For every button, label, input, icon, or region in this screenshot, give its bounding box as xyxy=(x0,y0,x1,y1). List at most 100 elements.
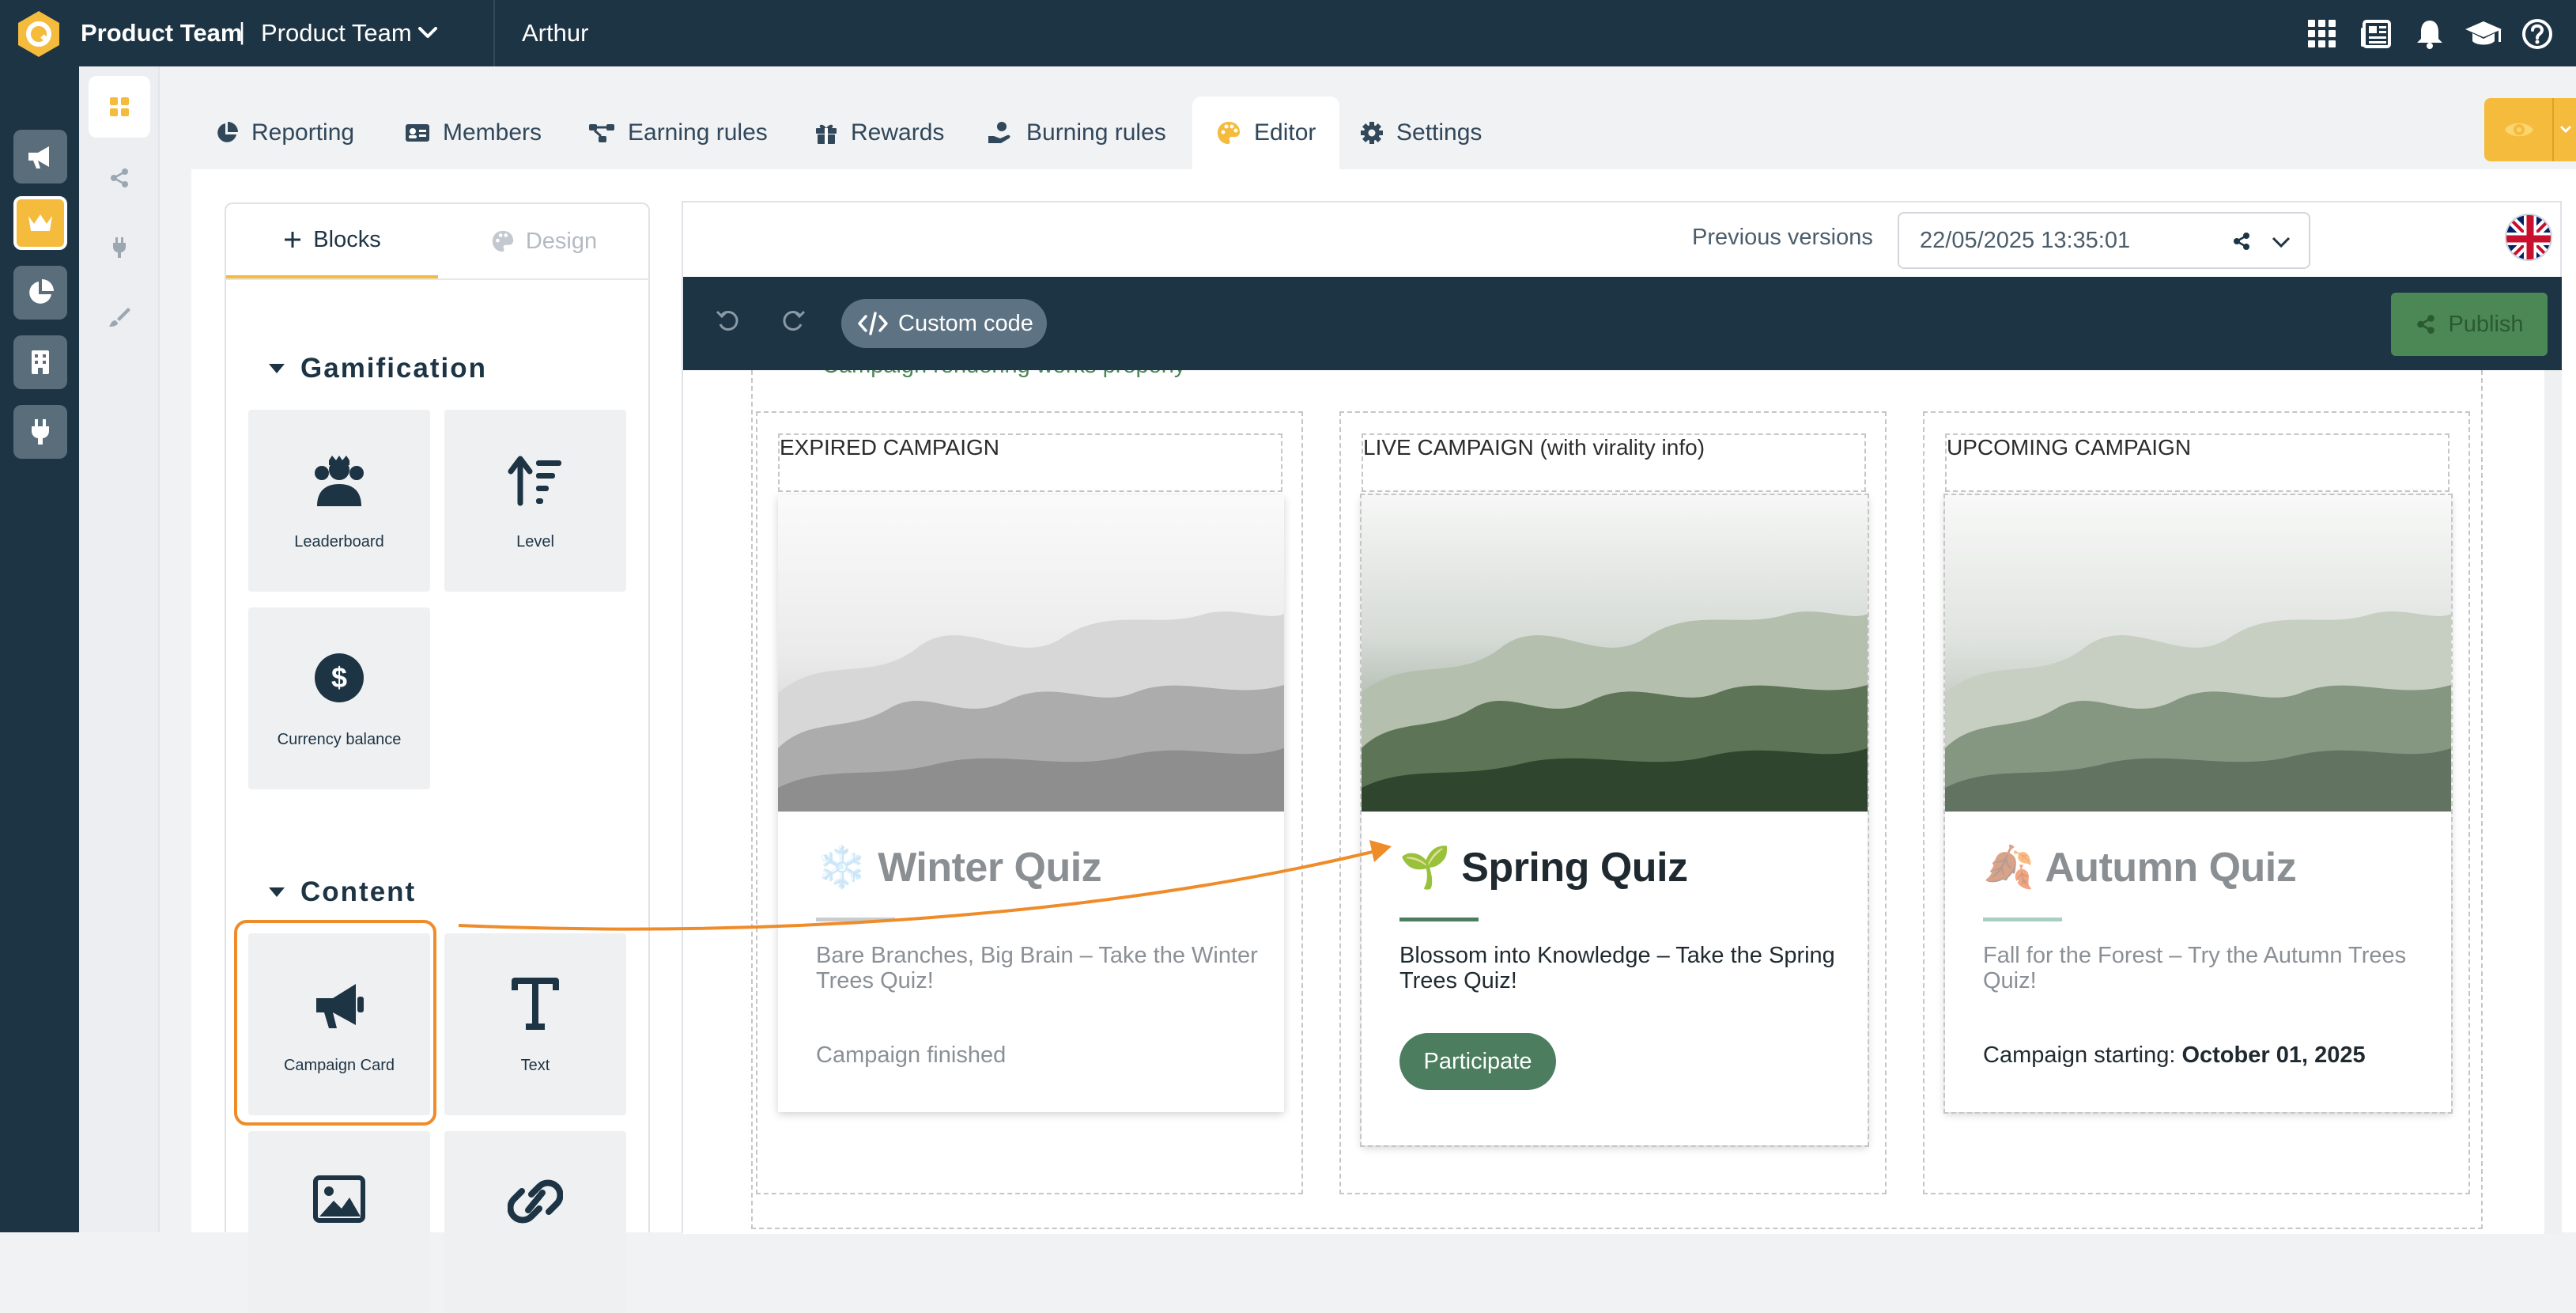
editor-canvas[interactable]: Campaign rendering works properly EXPIRE… xyxy=(683,370,2562,1234)
id-card-icon xyxy=(406,124,429,142)
column-heading-block[interactable]: LIVE CAMPAIGN (with virality info) xyxy=(1362,433,1866,492)
sub-rail-dashboard[interactable] xyxy=(89,76,150,138)
code-icon xyxy=(858,312,888,335)
block-currency-balance[interactable]: $ Currency balance xyxy=(248,607,430,789)
publish-button[interactable]: Publish xyxy=(2391,293,2548,356)
news-icon[interactable] xyxy=(2359,17,2393,51)
campaign-title: 🌱 Spring Quiz xyxy=(1399,843,1688,891)
sub-rail-brush[interactable] xyxy=(89,286,150,348)
language-flag-uk[interactable] xyxy=(2505,214,2552,261)
status-prefix: Campaign starting: xyxy=(1983,1042,2182,1068)
tab-settings[interactable]: Settings xyxy=(1360,96,1482,169)
tab-reporting[interactable]: Reporting xyxy=(215,96,354,169)
tab-label: Settings xyxy=(1396,119,1483,146)
rail-analytics[interactable] xyxy=(13,266,67,320)
column-heading-block[interactable]: UPCOMING CAMPAIGN xyxy=(1945,433,2449,492)
tab-blocks[interactable]: Blocks xyxy=(226,204,438,278)
svg-text:$: $ xyxy=(331,661,347,694)
tab-design-label: Design xyxy=(525,228,598,254)
tab-design[interactable]: Design xyxy=(438,204,650,278)
snowflake-icon: ❄️ xyxy=(816,845,867,891)
team-separator: | xyxy=(239,17,246,45)
leaf-icon: 🍂 xyxy=(1983,845,2034,891)
section-gamification[interactable]: Gamification xyxy=(269,353,487,384)
user-name[interactable]: Arthur xyxy=(522,19,588,47)
plug-icon xyxy=(32,419,49,445)
palette-icon xyxy=(492,230,513,252)
tab-members[interactable]: Members xyxy=(405,96,542,169)
chevron-down-icon[interactable] xyxy=(2271,234,2291,250)
share-icon[interactable] xyxy=(2231,231,2252,252)
column-heading: LIVE CAMPAIGN (with virality info) xyxy=(1363,435,1705,460)
tab-editor[interactable]: Editor xyxy=(1192,96,1340,169)
campaign-card-expired[interactable]: ❄️ Winter Quiz Bare Branches, Big Brain … xyxy=(778,495,1284,1112)
primary-sidebar xyxy=(0,66,79,1232)
campaign-title-text: Winter Quiz xyxy=(878,844,1102,891)
image-icon xyxy=(313,1175,365,1223)
undo-icon[interactable] xyxy=(715,307,742,334)
forest-image xyxy=(1362,495,1868,812)
sub-rail-plug[interactable] xyxy=(89,217,150,278)
campaign-title-text: Autumn Quiz xyxy=(2045,844,2297,891)
campaign-title: 🍂 Autumn Quiz xyxy=(1983,843,2297,891)
graduation-cap-icon[interactable] xyxy=(2464,17,2503,51)
tab-earning-rules[interactable]: Earning rules xyxy=(588,96,768,169)
tab-label: Burning rules xyxy=(1026,119,1166,146)
redo-icon[interactable] xyxy=(780,307,806,334)
tab-label: Editor xyxy=(1254,119,1316,146)
canvas-scrollbar[interactable] xyxy=(2544,370,2562,1234)
preview-dropdown[interactable] xyxy=(2552,98,2576,161)
version-select[interactable]: 22/05/2025 13:35:01 xyxy=(1898,212,2310,269)
custom-code-label: Custom code xyxy=(898,310,1033,336)
tab-label: Rewards xyxy=(851,119,945,146)
section-content[interactable]: Content xyxy=(269,876,416,908)
sub-rail-share[interactable] xyxy=(89,147,150,209)
campaign-card-live[interactable]: 🌱 Spring Quiz Blossom into Knowledge – T… xyxy=(1360,494,1869,1147)
block-image[interactable] xyxy=(248,1131,430,1313)
secondary-sidebar xyxy=(79,66,160,1232)
bell-icon[interactable] xyxy=(2413,17,2446,51)
campaign-title: ❄️ Winter Quiz xyxy=(816,843,1102,891)
text-icon xyxy=(512,978,559,1030)
block-link[interactable] xyxy=(444,1131,626,1313)
pie-chart-icon xyxy=(217,122,238,142)
section-title: Content xyxy=(300,876,417,907)
forest-image xyxy=(778,495,1284,812)
column-live[interactable]: LIVE CAMPAIGN (with virality info) 🌱 Spr… xyxy=(1339,411,1887,1194)
dollar-circle-icon: $ xyxy=(315,653,364,702)
preview-button[interactable] xyxy=(2484,98,2576,161)
apps-grid-icon[interactable] xyxy=(2306,17,2339,51)
campaign-description: Fall for the Forest – Try the Autumn Tre… xyxy=(1983,943,2407,993)
tab-rewards[interactable]: Rewards xyxy=(814,96,944,169)
gear-icon xyxy=(1361,122,1383,144)
block-text[interactable]: Text xyxy=(444,933,626,1115)
app-logo[interactable] xyxy=(14,9,63,59)
seedling-icon: 🌱 xyxy=(1399,845,1451,891)
column-heading-block[interactable]: EXPIRED CAMPAIGN xyxy=(778,433,1282,492)
team-subname[interactable]: Product Team xyxy=(261,19,412,47)
custom-code-button[interactable]: Custom code xyxy=(841,299,1047,348)
block-leaderboard[interactable]: Leaderboard xyxy=(248,410,430,592)
column-upcoming[interactable]: UPCOMING CAMPAIGN 🍂 Autumn Quiz Fall for… xyxy=(1923,411,2470,1194)
campaign-description: Blossom into Knowledge – Take the Spring… xyxy=(1399,943,1835,993)
section-title: Gamification xyxy=(300,353,487,384)
chevron-down-icon[interactable] xyxy=(416,24,440,43)
link-icon xyxy=(508,1179,563,1224)
plus-icon xyxy=(285,232,301,248)
participate-button[interactable]: Participate xyxy=(1399,1033,1556,1090)
editor-panel: Previous versions 22/05/2025 13:35:01 Cu… xyxy=(682,201,2562,1234)
palette-icon xyxy=(1218,122,1240,144)
block-level[interactable]: Level xyxy=(444,410,626,592)
campaign-card-upcoming[interactable]: 🍂 Autumn Quiz Fall for the Forest – Try … xyxy=(1943,494,2453,1114)
block-label: Leaderboard xyxy=(294,533,384,551)
rail-organization[interactable] xyxy=(13,335,67,389)
help-icon[interactable] xyxy=(2521,17,2554,51)
column-expired[interactable]: EXPIRED CAMPAIGN ❄️ Winter Quiz Bare Bra… xyxy=(756,411,1303,1194)
team-name[interactable]: Product Team xyxy=(81,19,242,47)
rail-loyalty[interactable] xyxy=(13,196,67,250)
rail-integrations[interactable] xyxy=(13,405,67,459)
previous-versions-label: Previous versions xyxy=(1692,225,1873,250)
rail-campaigns[interactable] xyxy=(13,130,67,184)
tab-burning-rules[interactable]: Burning rules xyxy=(987,96,1166,169)
title-underline xyxy=(816,918,895,921)
